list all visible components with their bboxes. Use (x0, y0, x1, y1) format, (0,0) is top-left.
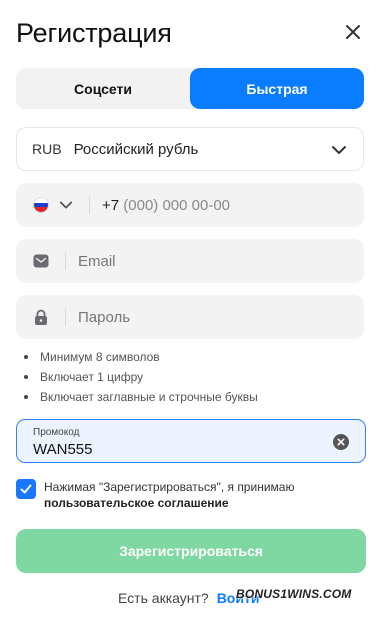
phone-input[interactable]: +7 (000) 000 00-00 (102, 197, 230, 214)
password-rule: Включает заглавные и строчные буквы (24, 387, 258, 407)
close-icon[interactable] (343, 22, 363, 42)
login-question: Есть аккаунт? (118, 590, 209, 606)
promo-code-label: Промокод (33, 427, 80, 438)
lock-icon (33, 309, 49, 325)
chevron-down-icon[interactable] (59, 198, 73, 212)
clear-icon[interactable] (333, 434, 349, 450)
bullet-icon (24, 355, 28, 359)
tab-social[interactable]: Соцсети (16, 68, 190, 109)
phone-placeholder: (000) 000 00-00 (123, 196, 231, 214)
registration-tabs: Соцсети Быстрая (16, 68, 364, 109)
currency-name: Российский рубль (73, 140, 199, 158)
password-rules: Минимум 8 символов Включает 1 цифру Вклю… (24, 347, 258, 407)
promo-code-field[interactable]: Промокод WAN555 (16, 419, 366, 463)
password-rule-text: Включает заглавные и строчные буквы (40, 390, 258, 404)
user-agreement-link[interactable]: пользовательское соглашение (44, 496, 229, 510)
checkmark-icon (20, 484, 32, 494)
password-field[interactable]: Пароль (16, 295, 364, 339)
envelope-icon (33, 253, 49, 269)
phone-field[interactable]: +7 (000) 000 00-00 (16, 183, 364, 227)
currency-select[interactable]: RUB Российский рубль (16, 127, 364, 171)
bullet-icon (24, 395, 28, 399)
agreement-text-main: Нажимая "Зарегистрироваться", я принимаю (44, 480, 295, 494)
agreement: Нажимая "Зарегистрироваться", я принимаю… (16, 479, 344, 511)
password-rule: Включает 1 цифру (24, 367, 258, 387)
register-button[interactable]: Зарегистрироваться (16, 529, 366, 573)
password-rule-text: Минимум 8 символов (40, 350, 160, 364)
agreement-checkbox[interactable] (16, 479, 36, 499)
watermark: BONUS1WINS.COM (236, 587, 352, 601)
bullet-icon (24, 375, 28, 379)
divider (65, 252, 66, 270)
email-input[interactable]: Email (78, 253, 116, 270)
divider (65, 308, 66, 326)
phone-prefix: +7 (102, 196, 120, 214)
tab-quick[interactable]: Быстрая (190, 68, 364, 109)
currency-code: RUB (32, 141, 62, 157)
page-title: Регистрация (16, 18, 172, 48)
password-rule: Минимум 8 символов (24, 347, 258, 367)
chevron-down-icon (332, 146, 346, 154)
password-input[interactable]: Пароль (78, 309, 130, 326)
password-rule-text: Включает 1 цифру (40, 370, 144, 384)
divider (89, 196, 90, 214)
email-field[interactable]: Email (16, 239, 364, 283)
promo-code-input[interactable]: WAN555 (33, 441, 92, 458)
russia-flag-icon[interactable] (33, 197, 49, 213)
agreement-text: Нажимая "Зарегистрироваться", я принимаю… (44, 479, 344, 511)
